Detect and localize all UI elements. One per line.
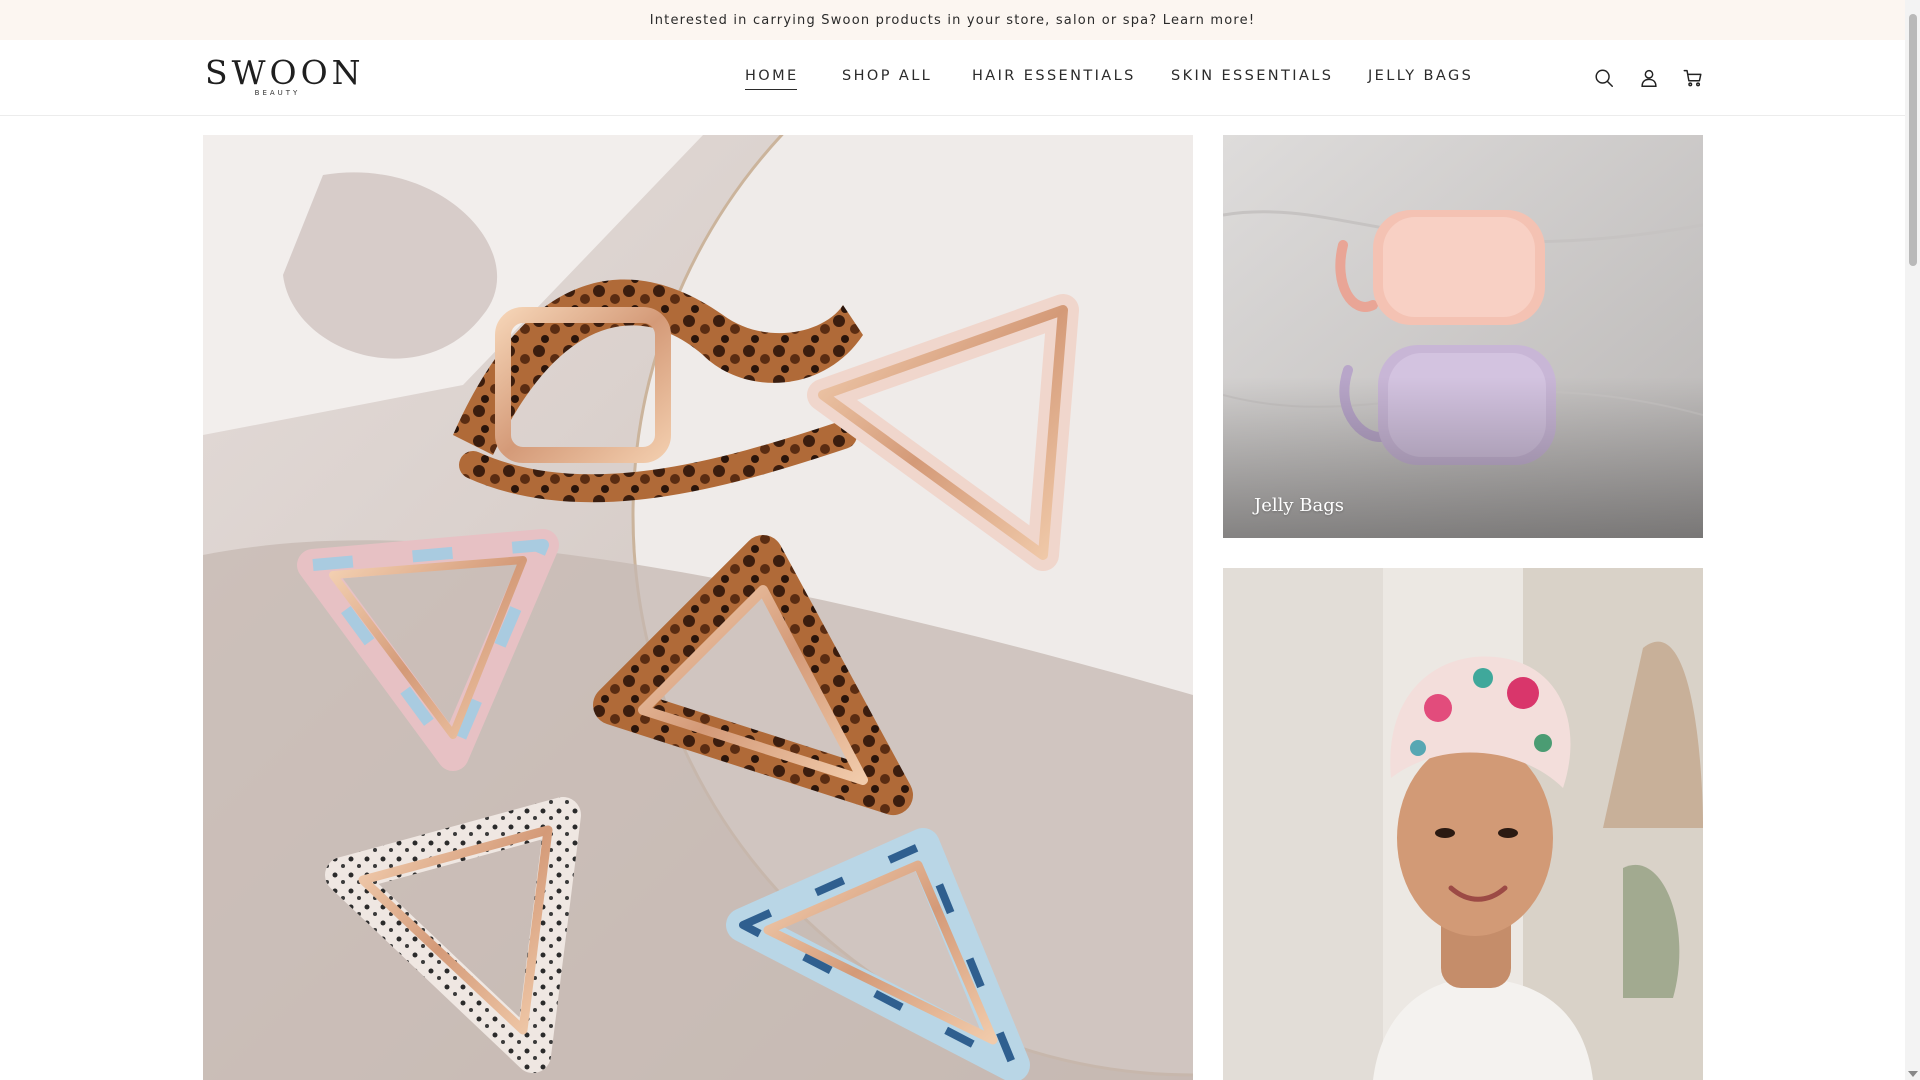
collection-tile-hair-turban[interactable]	[1223, 568, 1703, 1080]
nav-skin-essentials[interactable]: SKIN ESSENTIALS	[1171, 68, 1333, 84]
search-icon[interactable]	[1591, 65, 1617, 91]
logo-wordmark: SWOON	[205, 53, 365, 92]
cart-icon[interactable]	[1680, 65, 1706, 91]
collection-tile-jelly-bags[interactable]: Jelly Bags	[1223, 135, 1703, 538]
hair-turban-illustration	[1223, 568, 1703, 1080]
account-icon[interactable]	[1636, 65, 1662, 91]
nav-home[interactable]: HOME	[745, 68, 799, 90]
announcement-bar: Interested in carrying Swoon products in…	[0, 0, 1905, 40]
jelly-bags-label: Jelly Bags	[1254, 495, 1344, 516]
page-scrollbar[interactable]	[1905, 0, 1920, 1080]
nav-hair-essentials[interactable]: HAIR ESSENTIALS	[972, 68, 1136, 84]
logo-tagline: BEAUTY	[254, 89, 301, 97]
brand-logo[interactable]: SWOON BEAUTY	[205, 53, 365, 98]
claw-clips-illustration	[203, 135, 1193, 1080]
nav-shop-all[interactable]: SHOP ALL	[842, 68, 932, 84]
nav-jelly-bags[interactable]: JELLY BAGS	[1368, 68, 1473, 84]
scroll-down-arrow-icon[interactable]	[1908, 1071, 1918, 1077]
jelly-bags-illustration	[1223, 135, 1703, 538]
hero-image-claw-clips[interactable]	[203, 135, 1193, 1080]
site-header: SWOON BEAUTY HOME SHOP ALL HAIR ESSENTIA…	[0, 40, 1905, 116]
scrollbar-thumb[interactable]	[1909, 14, 1917, 266]
announcement-link[interactable]: Interested in carrying Swoon products in…	[650, 13, 1256, 28]
